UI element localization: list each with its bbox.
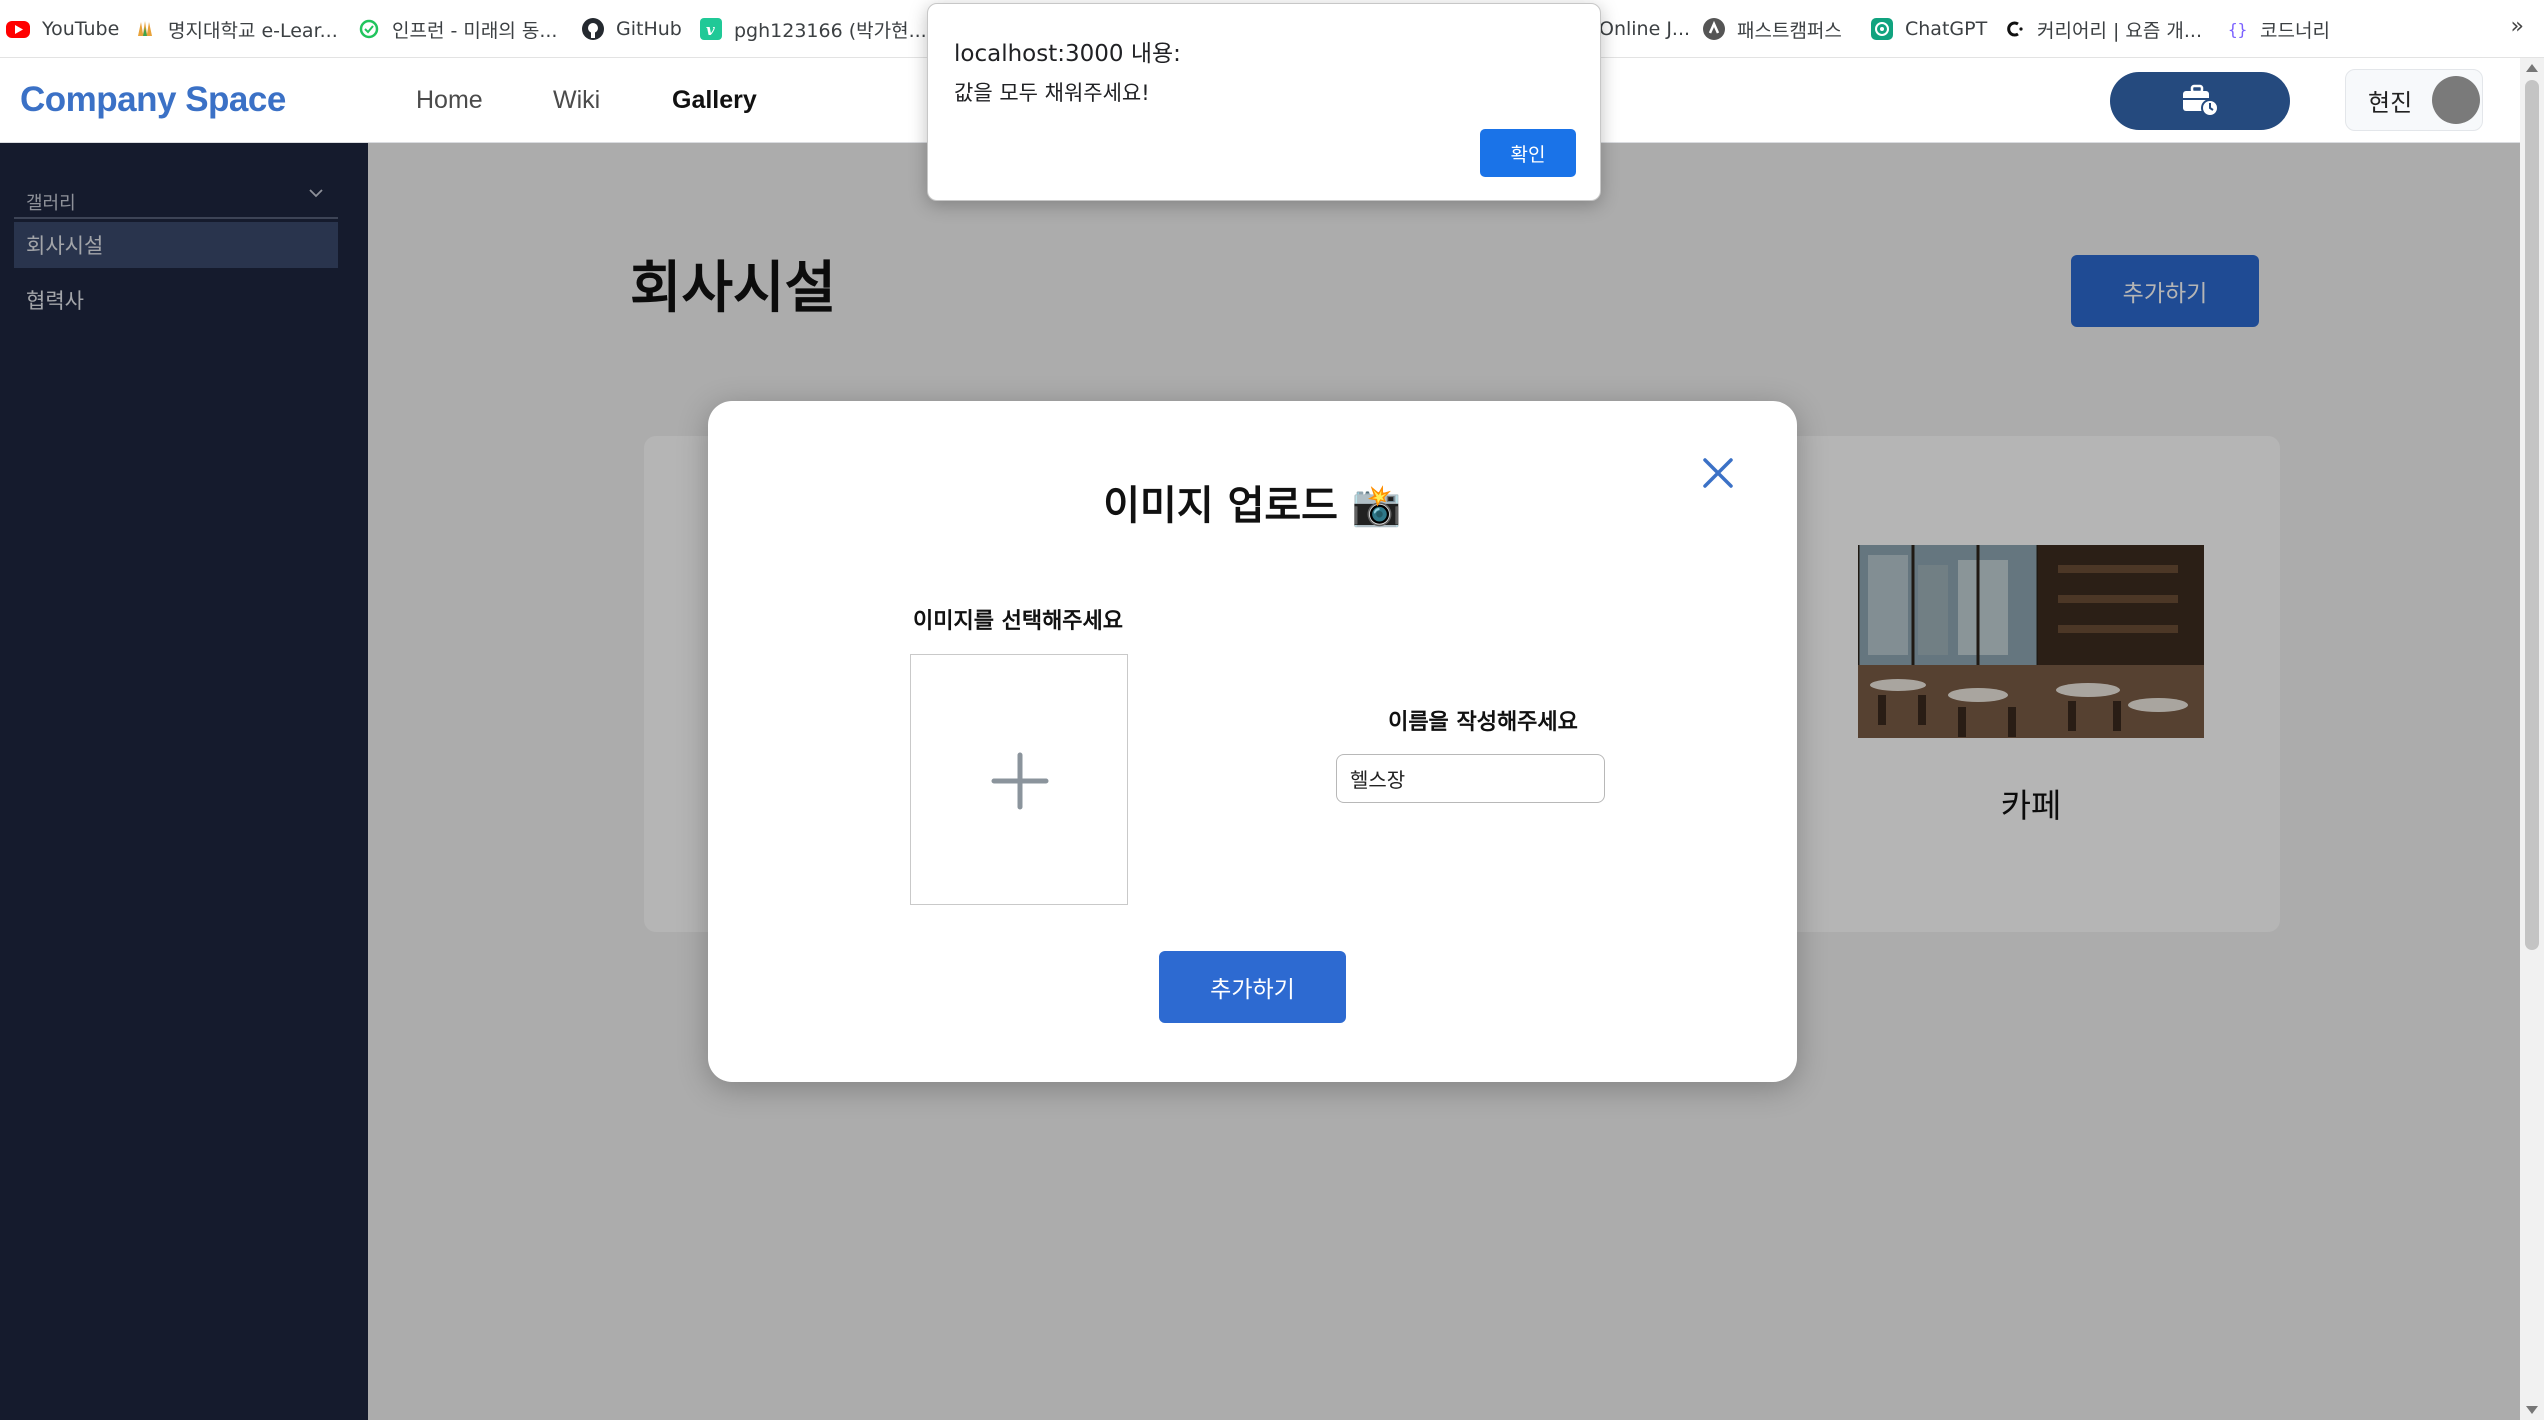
bookmark-label: Online J... — [1599, 18, 1691, 40]
bookmark-label: 인프런 - 미래의 동... — [392, 19, 558, 42]
bookmark-label: 명지대학교 e-Lear... — [168, 19, 338, 42]
scroll-up-arrow-icon[interactable] — [2526, 64, 2538, 72]
youtube-icon — [6, 20, 30, 38]
bookmark-label: pgh123166 (박가현... — [734, 19, 927, 42]
inflearn-icon — [358, 18, 380, 40]
velog-icon: v — [700, 18, 722, 40]
bookmark-fastcampus[interactable]: 패스트캠퍼스 — [1703, 14, 1842, 44]
svg-text:{}: {} — [2228, 20, 2247, 39]
bookmark-mju[interactable]: 명지대학교 e-Lear... — [134, 14, 338, 44]
svg-text:v: v — [706, 21, 715, 39]
mju-icon — [134, 18, 156, 40]
nav-wiki-link[interactable]: Wiki — [553, 86, 600, 115]
codenary-icon: {} — [2226, 18, 2248, 40]
bookmark-online-judge[interactable]: Online J... — [1599, 14, 1690, 44]
nav-home-link[interactable]: Home — [416, 86, 483, 115]
bookmark-codenary[interactable]: {} 코드너리 — [2226, 14, 2330, 44]
nav-gallery-link[interactable]: Gallery — [672, 86, 757, 115]
attendance-button[interactable] — [2110, 72, 2290, 130]
user-name: 현진 — [2368, 88, 2413, 117]
plus-icon — [991, 752, 1049, 810]
image-upload-modal: 이미지 업로드 📸 이미지를 선택해주세요 이름을 작성해주세요 추가하기 — [708, 401, 1797, 1082]
scroll-down-arrow-icon[interactable] — [2526, 1406, 2538, 1414]
bookmark-label: 코드너리 — [2260, 19, 2330, 42]
name-input[interactable] — [1336, 754, 1605, 803]
bookmark-label: 패스트캠퍼스 — [1737, 19, 1842, 42]
modal-submit-button[interactable]: 추가하기 — [1159, 951, 1346, 1023]
chatgpt-icon — [1871, 18, 1893, 40]
briefcase-clock-icon — [2183, 84, 2219, 117]
bookmark-label: ChatGPT — [1905, 18, 1988, 40]
scrollbar-thumb[interactable] — [2525, 80, 2539, 950]
page-scrollbar[interactable] — [2520, 58, 2544, 1420]
alert-message: 값을 모두 채워주세요! — [954, 81, 1150, 105]
name-input-label: 이름을 작성해주세요 — [1388, 710, 1578, 735]
bookmark-label: 커리어리 | 요즘 개... — [2037, 19, 2202, 42]
alert-ok-button[interactable]: 확인 — [1480, 129, 1576, 177]
bookmark-youtube[interactable]: YouTube — [6, 14, 119, 44]
github-icon — [582, 18, 604, 40]
bookmark-inflearn[interactable]: 인프런 - 미래의 동... — [358, 14, 557, 44]
bookmark-label: GitHub — [616, 18, 682, 40]
user-profile-button[interactable]: 현진 — [2345, 69, 2483, 131]
bookmark-chatgpt[interactable]: ChatGPT — [1871, 14, 1987, 44]
image-select-label: 이미지를 선택해주세요 — [912, 609, 1124, 634]
careerly-icon — [2003, 18, 2025, 40]
fastcampus-icon — [1703, 18, 1725, 40]
image-select-box[interactable] — [910, 654, 1128, 905]
bookmark-velog[interactable]: v pgh123166 (박가현... — [700, 14, 927, 44]
company-logo[interactable]: Company Space — [20, 80, 286, 120]
modal-title-text: 이미지 업로드 — [1103, 483, 1338, 529]
avatar — [2432, 76, 2481, 124]
camera-icon: 📸 — [1351, 483, 1402, 529]
bookmark-github[interactable]: GitHub — [582, 14, 682, 44]
modal-title: 이미지 업로드 📸 — [708, 473, 1797, 531]
bookmark-label: YouTube — [42, 18, 120, 40]
bookmark-careerly[interactable]: 커리어리 | 요즘 개... — [2003, 14, 2202, 44]
browser-alert-dialog: localhost:3000 내용: 값을 모두 채워주세요! 확인 — [927, 3, 1601, 201]
bookmarks-more-button[interactable]: » — [2511, 14, 2524, 39]
alert-title: localhost:3000 내용: — [954, 41, 1181, 67]
